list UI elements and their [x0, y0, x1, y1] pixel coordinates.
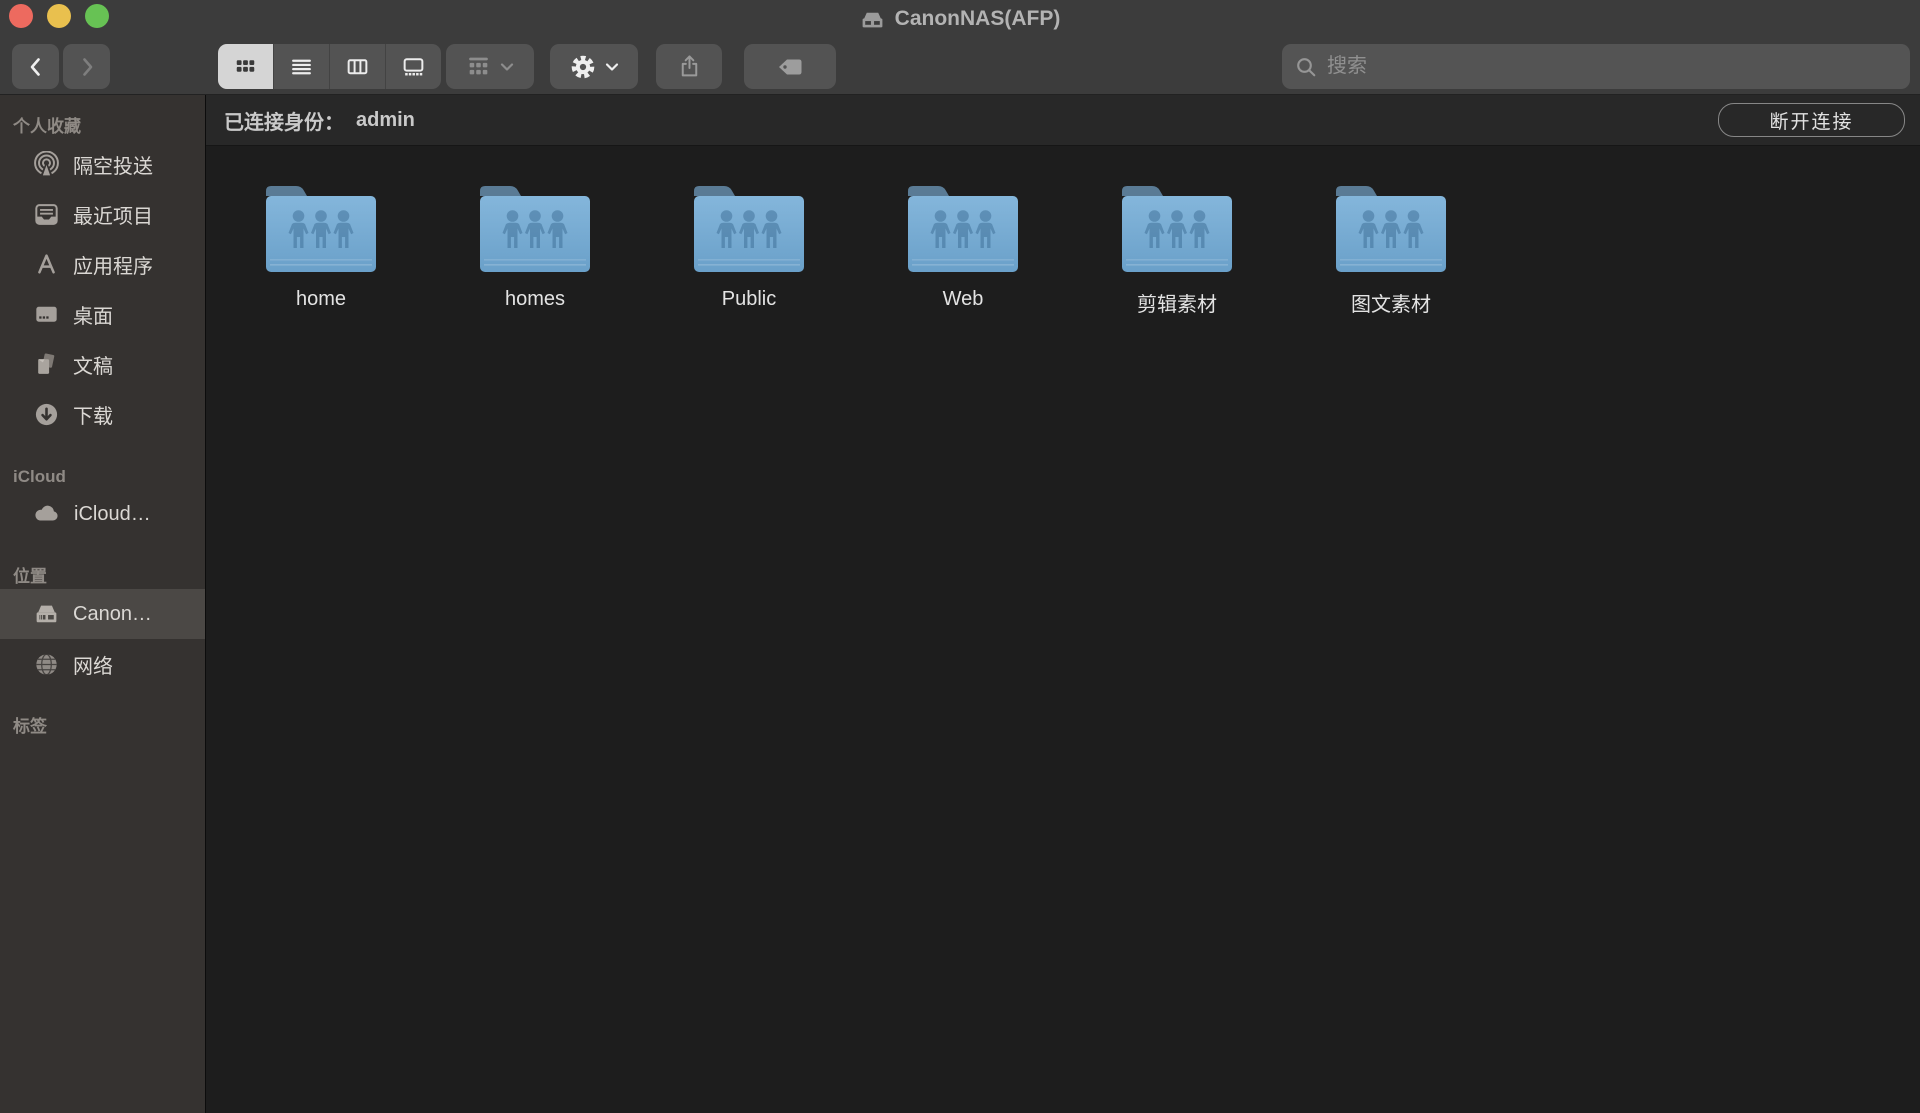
sidebar-item-canonnas[interactable]: Canon…	[0, 589, 205, 639]
sidebar-item-label: 下载	[73, 405, 113, 428]
sidebar-item-label: iCloud…	[74, 502, 151, 525]
shared-folder-icon	[908, 186, 1018, 272]
finder-window: CanonNAS(AFP) 搜索 个人收藏 隔空投送 最近项目 应用程序 桌面 …	[0, 0, 1920, 1113]
folder-name: Public	[721, 288, 777, 310]
connected-as-label: 已连接身份：	[224, 111, 344, 134]
chevron-left-icon	[30, 57, 40, 76]
sidebar-item-label: 应用程序	[73, 255, 153, 278]
nas-proxy-icon	[862, 12, 883, 27]
tag-icon	[779, 59, 802, 74]
search-icon	[1297, 57, 1316, 76]
folder-item-homes[interactable]: homes	[428, 180, 642, 317]
applications-icon	[38, 253, 55, 274]
window-title: CanonNAS(AFP)	[894, 7, 1061, 30]
gallery-view-button[interactable]	[385, 44, 441, 89]
minimize-button[interactable]	[47, 4, 71, 28]
sidebar-item-label: 最近项目	[73, 205, 153, 228]
sidebar-item-label: 网络	[73, 655, 113, 678]
forward-button[interactable]	[63, 44, 110, 89]
shared-folder-icon	[1122, 186, 1232, 272]
disconnect-button[interactable]: 断开连接	[1718, 103, 1905, 137]
downloads-icon	[35, 403, 58, 425]
folder-name: home	[295, 288, 347, 310]
sidebar-item-icloud-drive[interactable]: iCloud…	[0, 489, 205, 539]
group-by-button[interactable]	[446, 44, 534, 89]
sidebar-header-icloud: iCloud	[13, 467, 66, 486]
sidebar-item-documents[interactable]: 文稿	[0, 339, 205, 389]
action-menu-button[interactable]	[550, 44, 638, 89]
titlebar: CanonNAS(AFP)	[0, 0, 1920, 38]
back-button[interactable]	[12, 44, 59, 89]
connection-statusbar: 已连接身份： admin 断开连接	[206, 95, 1920, 146]
folder-item-home[interactable]: home	[214, 180, 428, 317]
icon-view-button[interactable]	[218, 44, 273, 89]
gear-icon	[571, 55, 594, 78]
airdrop-icon	[34, 150, 59, 178]
sidebar-header-favorites: 个人收藏	[13, 117, 81, 136]
column-view-button[interactable]	[329, 44, 385, 89]
zoom-button[interactable]	[85, 4, 109, 28]
chevron-down-icon	[605, 62, 618, 71]
window-body: 个人收藏 隔空投送 最近项目 应用程序 桌面 文稿 下载 iCloud iClo…	[0, 95, 1920, 1113]
sidebar-item-applications[interactable]: 应用程序	[0, 239, 205, 289]
folder-item-editing-materials[interactable]: 剪辑素材	[1070, 180, 1284, 317]
sidebar-item-label: 桌面	[73, 305, 113, 328]
content-area: 已连接身份： admin 断开连接 home homes Public Web …	[206, 95, 1920, 1113]
window-chrome: CanonNAS(AFP)	[0, 0, 1920, 95]
view-segmented-control	[218, 44, 441, 89]
sidebar-item-label: 文稿	[73, 355, 113, 378]
folder-item-graphic-materials[interactable]: 图文素材	[1284, 180, 1498, 317]
chevron-down-icon	[500, 62, 514, 71]
connected-user: admin	[356, 108, 415, 131]
icloud-icon	[35, 505, 58, 520]
desktop-icon	[36, 306, 57, 322]
list-view-icon	[292, 59, 311, 75]
chevron-right-icon	[82, 57, 92, 76]
documents-icon	[38, 352, 55, 374]
list-view-button[interactable]	[273, 44, 329, 89]
column-view-icon	[347, 59, 368, 75]
share-icon	[681, 55, 697, 77]
close-button[interactable]	[9, 4, 33, 28]
network-globe-icon	[36, 653, 57, 675]
folder-name: homes	[504, 288, 566, 310]
shared-folder-icon	[1336, 186, 1446, 272]
folder-item-web[interactable]: Web	[856, 180, 1070, 317]
toolbar	[0, 38, 1920, 94]
window-title-area: CanonNAS(AFP)	[860, 7, 1061, 31]
sidebar-header-tags: 标签	[13, 717, 47, 736]
shared-folder-icon	[694, 186, 804, 272]
tag-button[interactable]	[744, 44, 836, 89]
nas-icon	[36, 605, 57, 622]
shared-folder-icon	[480, 186, 590, 272]
folder-name: Web	[942, 288, 984, 310]
search-field[interactable]	[1282, 44, 1910, 89]
folder-item-public[interactable]: Public	[642, 180, 856, 317]
sidebar: 个人收藏 隔空投送 最近项目 应用程序 桌面 文稿 下载 iCloud iClo…	[0, 95, 206, 1113]
search-input[interactable]	[1327, 55, 1898, 78]
shared-folder-icon	[266, 186, 376, 272]
file-grid: home homes Public Web 剪辑素材 图文素材	[206, 146, 1920, 317]
sidebar-item-network[interactable]: 网络	[0, 639, 205, 689]
sidebar-item-airdrop[interactable]: 隔空投送	[0, 139, 205, 189]
sidebar-item-downloads[interactable]: 下载	[0, 389, 205, 439]
grid-view-icon	[236, 60, 255, 72]
traffic-lights	[9, 4, 109, 28]
sidebar-header-locations: 位置	[13, 567, 47, 586]
gallery-view-icon	[403, 58, 424, 76]
folder-name: 图文素材	[1351, 294, 1431, 316]
share-button[interactable]	[656, 44, 722, 89]
sidebar-item-label: Canon…	[73, 602, 152, 625]
recents-icon	[35, 203, 58, 225]
group-by-icon	[469, 57, 488, 75]
sidebar-item-recents[interactable]: 最近项目	[0, 189, 205, 239]
sidebar-item-desktop[interactable]: 桌面	[0, 289, 205, 339]
sidebar-item-label: 隔空投送	[73, 155, 153, 178]
folder-name: 剪辑素材	[1137, 294, 1217, 316]
